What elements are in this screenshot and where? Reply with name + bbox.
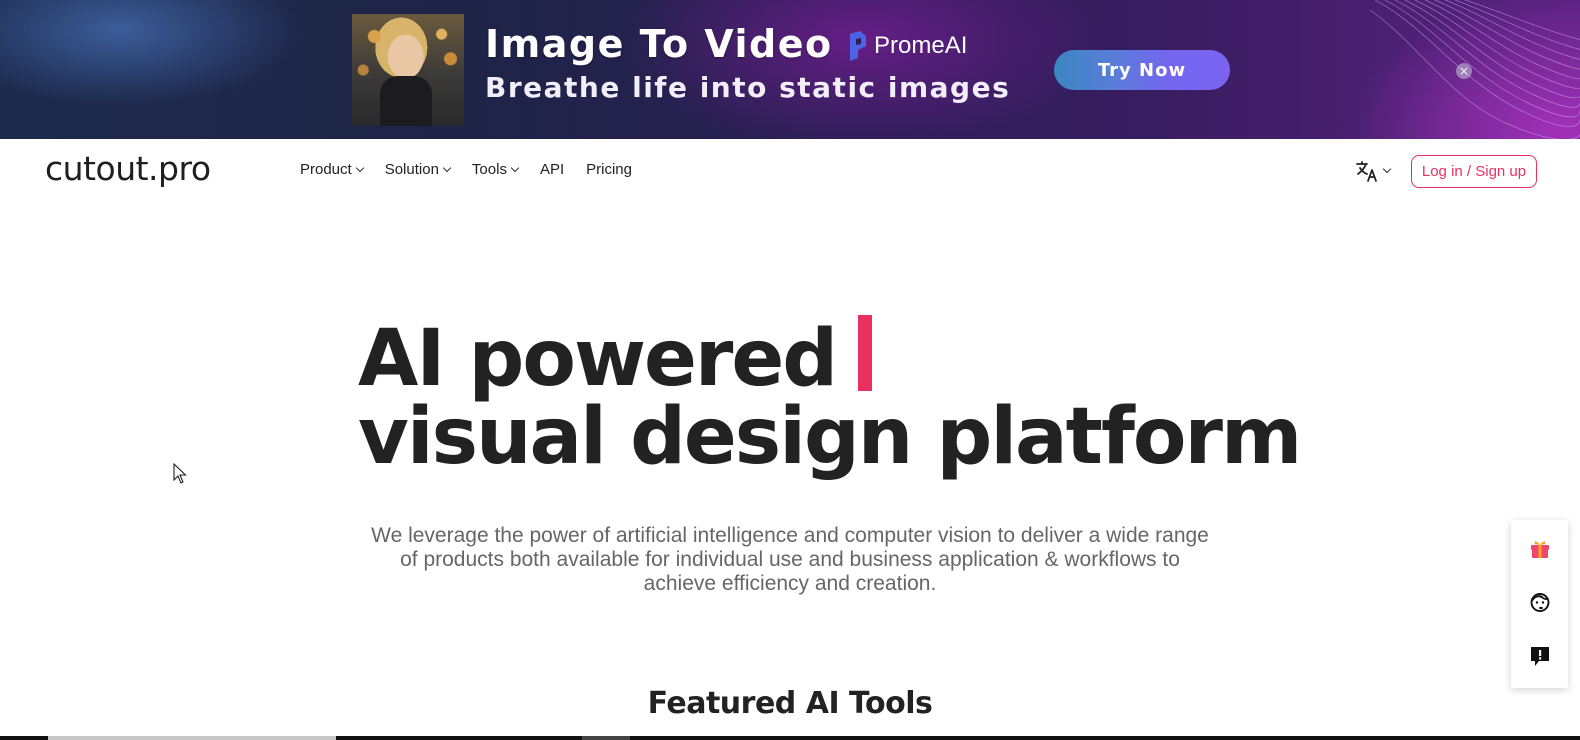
- nav-item-solution[interactable]: Solution: [384, 161, 452, 178]
- tool-card-edge[interactable]: [582, 736, 630, 740]
- close-ad-icon[interactable]: ×: [1456, 63, 1472, 79]
- gift-icon: [1531, 541, 1549, 558]
- chevron-down-icon: [1382, 164, 1392, 174]
- language-selector[interactable]: [1355, 159, 1392, 183]
- feedback-icon: [1531, 647, 1549, 666]
- featured-tools-cards-edge: [0, 736, 1580, 740]
- login-signup-button[interactable]: Log in / Sign up: [1411, 155, 1537, 188]
- feedback-button[interactable]: [1528, 644, 1552, 668]
- nav-item-label: API: [539, 161, 565, 178]
- main-menu: Product Solution Tools API Pricing: [300, 161, 654, 178]
- nav-item-pricing[interactable]: Pricing: [586, 161, 632, 178]
- cutout-pro-logo[interactable]: cutout.pro: [45, 149, 211, 188]
- nav-item-label: Tools: [471, 161, 507, 178]
- mouse-cursor-icon: [173, 463, 187, 484]
- promeai-logo-icon: [850, 31, 866, 61]
- tool-card-edge[interactable]: [48, 736, 336, 740]
- customer-support-icon: [1530, 593, 1550, 612]
- nav-item-label: Solution: [384, 161, 439, 178]
- chevron-down-icon: [510, 163, 520, 172]
- ad-banner[interactable]: Image To Video PromeAI Breathe life into…: [0, 0, 1580, 139]
- ad-brand-name: PromeAI: [874, 32, 968, 59]
- hero-heading-line1: AI powered: [358, 314, 873, 404]
- nav-item-tools[interactable]: Tools: [471, 161, 520, 178]
- chevron-down-icon: [442, 163, 452, 172]
- nav-item-product[interactable]: Product: [300, 161, 364, 178]
- promeai-brand: PromeAI: [846, 30, 967, 62]
- nav-item-api[interactable]: API: [540, 161, 564, 178]
- hero-description: We leverage the power of artificial inte…: [371, 524, 1209, 595]
- ad-photo-woman-selfie: [352, 14, 464, 126]
- translate-icon: [1356, 161, 1377, 182]
- ad-subtitle: Breathe life into static images: [485, 71, 1011, 104]
- top-navigation: cutout.pro Product Solution Tools API Pr…: [0, 139, 1580, 203]
- nav-item-label: Pricing: [586, 161, 632, 178]
- gift-button[interactable]: [1528, 536, 1552, 560]
- nav-item-label: Product: [300, 161, 352, 178]
- typing-caret: [858, 315, 873, 391]
- ad-title: Image To Video: [485, 22, 833, 66]
- customer-support-button[interactable]: [1528, 590, 1552, 614]
- chevron-down-icon: [355, 163, 364, 172]
- hero-heading-text: AI powered: [358, 314, 838, 404]
- hero-heading-line2: visual design platform: [358, 392, 1302, 482]
- try-now-button[interactable]: Try Now: [1054, 50, 1230, 90]
- floating-side-toolbar: [1511, 520, 1568, 688]
- featured-tools-heading: Featured AI Tools: [647, 686, 933, 721]
- wave-lines-decoration: [1370, 0, 1580, 139]
